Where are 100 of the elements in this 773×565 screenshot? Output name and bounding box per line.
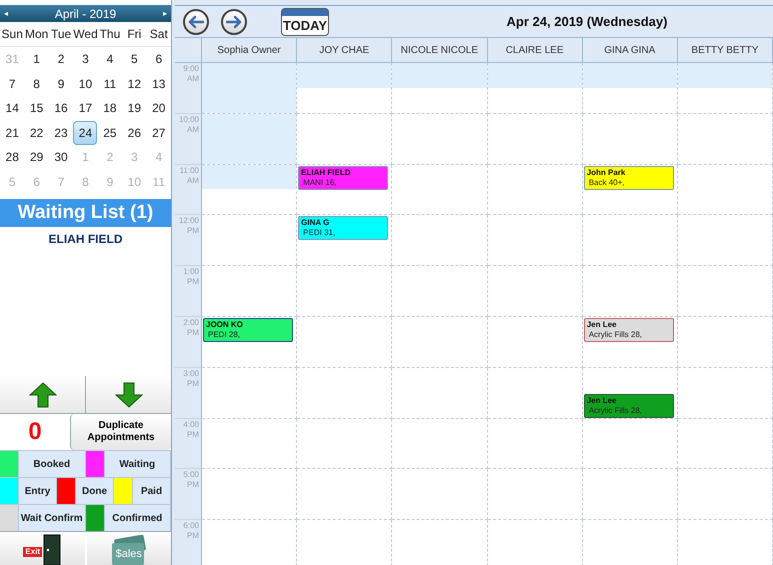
move-down-button[interactable] [86, 376, 171, 413]
calendar-day[interactable]: 7 [0, 72, 24, 96]
schedule-cell[interactable] [582, 418, 678, 470]
waiting-client[interactable]: ELIAH FIELD [48, 231, 122, 247]
calendar-day[interactable]: 23 [49, 120, 74, 145]
calendar-day[interactable]: 26 [122, 120, 146, 145]
schedule-cell[interactable] [488, 316, 583, 368]
schedule-cell[interactable] [488, 469, 583, 520]
calendar-day[interactable]: 19 [122, 96, 146, 120]
schedule-cell[interactable] [392, 63, 488, 114]
schedule-cell[interactable] [202, 266, 298, 317]
schedule-cell[interactable]: John Park Back 40+, [582, 164, 678, 216]
column-header[interactable]: GINA GINA [582, 38, 678, 62]
appointment-block[interactable]: GINA G PEDI 31, [298, 216, 388, 240]
schedule-cell[interactable] [202, 114, 298, 165]
schedule-cell[interactable] [582, 215, 678, 266]
schedule-cell[interactable] [297, 114, 392, 165]
calendar-day[interactable]: 17 [73, 96, 98, 120]
previous-month-button[interactable]: ◂ [4, 10, 8, 18]
schedule-cell[interactable] [202, 469, 298, 520]
schedule-cell[interactable] [392, 368, 488, 419]
calendar-day[interactable]: 30 [49, 145, 74, 170]
schedule-cell[interactable] [392, 114, 488, 165]
column-header[interactable]: NICOLE NICOLE [392, 38, 488, 62]
calendar-day[interactable]: 18 [98, 96, 122, 120]
appointment-block[interactable]: Jen Lee Acrylic Fills 28, [584, 318, 674, 342]
schedule-cell[interactable] [392, 316, 488, 368]
calendar-day[interactable]: 15 [24, 96, 49, 120]
schedule-cell[interactable] [678, 114, 773, 165]
schedule-cell[interactable] [392, 164, 488, 216]
schedule-cell[interactable] [297, 418, 392, 470]
schedule-cell[interactable] [392, 469, 488, 520]
schedule-cell[interactable] [678, 418, 773, 470]
appointment-block[interactable]: John Park Back 40+, [584, 166, 674, 190]
appointment-block[interactable]: JOON KO PEDI 28, [203, 318, 294, 342]
column-header[interactable]: Sophia Owner [202, 38, 298, 62]
schedule-cell[interactable] [582, 114, 678, 165]
duplicate-appointments-button[interactable]: Duplicate Appointments [70, 414, 171, 450]
schedule-cell[interactable]: ELIAH FIELD MANI 16, [297, 164, 392, 216]
schedule-cell[interactable] [678, 63, 773, 114]
column-header[interactable]: JOY CHAE [297, 38, 392, 62]
appointment-block[interactable]: ELIAH FIELD MANI 16, [298, 166, 388, 190]
schedule-cell[interactable] [488, 368, 583, 419]
schedule-cell[interactable] [678, 368, 773, 419]
calendar-day[interactable]: 24 [73, 120, 98, 145]
schedule-cell[interactable]: Jen Lee Acrylic Fills 28, [582, 368, 678, 419]
forward-button[interactable] [221, 8, 247, 34]
schedule-cell[interactable] [488, 266, 583, 317]
calendar-day[interactable]: 25 [98, 120, 122, 145]
calendar-day[interactable]: 12 [122, 72, 146, 96]
today-button[interactable]: TODAY [281, 8, 329, 36]
schedule-cell[interactable]: Jen Lee Acrylic Fills 28, [582, 316, 678, 368]
back-button[interactable] [183, 8, 209, 34]
schedule-cell[interactable] [297, 316, 392, 368]
calendar-day[interactable]: 5 [122, 47, 146, 72]
schedule-cell[interactable] [582, 469, 678, 520]
schedule-cell[interactable] [678, 316, 773, 368]
calendar-day[interactable]: 13 [146, 72, 171, 96]
move-up-button[interactable] [0, 376, 85, 413]
schedule-cell[interactable] [202, 63, 298, 114]
schedule-cell[interactable] [297, 63, 392, 114]
schedule-cell[interactable] [488, 418, 583, 470]
calendar-day[interactable]: 4 [98, 47, 122, 72]
schedule-cell[interactable] [678, 469, 773, 520]
calendar-day[interactable]: 14 [0, 96, 24, 120]
schedule-cell[interactable] [202, 418, 298, 470]
calendar-day[interactable]: 22 [24, 120, 49, 145]
schedule-cell[interactable] [392, 266, 488, 317]
schedule-cell[interactable] [582, 63, 678, 114]
schedule-cell[interactable] [202, 368, 298, 419]
schedule-cell[interactable] [488, 114, 583, 165]
schedule-cell[interactable] [488, 164, 583, 216]
schedule-cell[interactable] [678, 164, 773, 216]
schedule-cell[interactable]: JOON KO PEDI 28, [202, 316, 298, 368]
calendar-day[interactable]: 9 [49, 72, 74, 96]
schedule-cell[interactable] [392, 215, 488, 266]
calendar-day[interactable]: 20 [146, 96, 171, 120]
calendar-day[interactable]: 28 [0, 145, 24, 170]
exit-button[interactable]: Exit [0, 532, 84, 565]
column-header[interactable]: BETTY BETTY [678, 38, 773, 62]
calendar-day[interactable]: 21 [0, 120, 24, 145]
schedule-cell[interactable] [582, 266, 678, 317]
next-month-button[interactable]: ▸ [163, 10, 167, 18]
schedule-cell[interactable] [678, 215, 773, 266]
calendar-day[interactable]: 16 [49, 96, 74, 120]
calendar-day[interactable]: 3 [73, 47, 98, 72]
calendar-day[interactable]: 2 [49, 47, 74, 72]
schedule-cell[interactable] [392, 418, 488, 470]
schedule-cell[interactable] [488, 63, 583, 114]
schedule-cell[interactable] [202, 215, 298, 266]
schedule-cell[interactable] [297, 469, 392, 520]
column-header[interactable]: CLAIRE LEE [488, 38, 583, 62]
schedule-cell[interactable] [297, 368, 392, 419]
schedule-cell[interactable] [297, 266, 392, 317]
schedule-cell[interactable] [488, 215, 583, 266]
calendar-day[interactable]: 11 [98, 72, 122, 96]
schedule-cell[interactable] [202, 164, 298, 216]
schedule-cell[interactable] [678, 266, 773, 317]
calendar-day[interactable]: 10 [73, 72, 98, 96]
calendar-day[interactable]: 6 [146, 47, 171, 72]
